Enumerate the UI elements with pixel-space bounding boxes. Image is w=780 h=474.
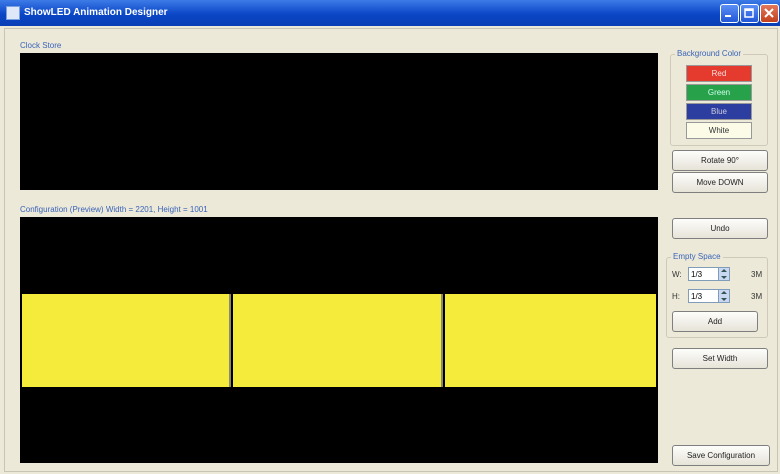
width-value: 1/3	[691, 270, 703, 279]
led-panel[interactable]	[22, 294, 232, 387]
background-color-legend: Background Color	[675, 49, 744, 58]
add-button[interactable]: Add	[672, 311, 758, 332]
close-icon	[764, 8, 774, 18]
clock-store-label: Clock Store	[20, 41, 62, 50]
minimize-icon	[725, 15, 731, 17]
height-label: H:	[672, 292, 680, 301]
led-panel[interactable]	[444, 294, 656, 387]
undo-button[interactable]: Undo	[672, 218, 768, 239]
spin-down-icon	[721, 276, 727, 279]
color-blue-button[interactable]: Blue	[686, 103, 752, 120]
led-panel[interactable]	[233, 294, 443, 387]
height-spin-arrows[interactable]	[718, 290, 729, 302]
save-configuration-button[interactable]: Save Configuration	[672, 445, 770, 466]
width-unit: 3M	[751, 270, 763, 279]
move-down-button[interactable]: Move DOWN	[672, 172, 768, 193]
height-value: 1/3	[691, 292, 703, 301]
width-spinner[interactable]: 1/3	[688, 267, 730, 281]
empty-space-legend: Empty Space	[671, 252, 723, 261]
color-red-button[interactable]: Red	[686, 65, 752, 82]
height-spinner[interactable]: 1/3	[688, 289, 730, 303]
spin-up-icon	[721, 269, 727, 272]
window-title: ShowLED Animation Designer	[24, 7, 168, 18]
color-white-button[interactable]: White	[686, 122, 752, 139]
rotate-button[interactable]: Rotate 90°	[672, 150, 768, 171]
width-spin-arrows[interactable]	[718, 268, 729, 280]
color-green-button[interactable]: Green	[686, 84, 752, 101]
width-label: W:	[672, 270, 682, 279]
spin-down-icon	[721, 298, 727, 301]
maximize-icon	[744, 8, 754, 18]
app-icon	[6, 6, 20, 20]
clock-store-canvas[interactable]	[20, 53, 658, 190]
close-button[interactable]	[760, 4, 779, 23]
minimize-button[interactable]	[720, 4, 739, 23]
spin-up-icon	[721, 291, 727, 294]
configuration-label: Configuration (Preview) Width = 2201, He…	[20, 205, 208, 214]
set-width-button[interactable]: Set Width	[672, 348, 768, 369]
maximize-button[interactable]	[740, 4, 759, 23]
title-bar[interactable]: ShowLED Animation Designer	[0, 0, 780, 26]
height-unit: 3M	[751, 292, 763, 301]
